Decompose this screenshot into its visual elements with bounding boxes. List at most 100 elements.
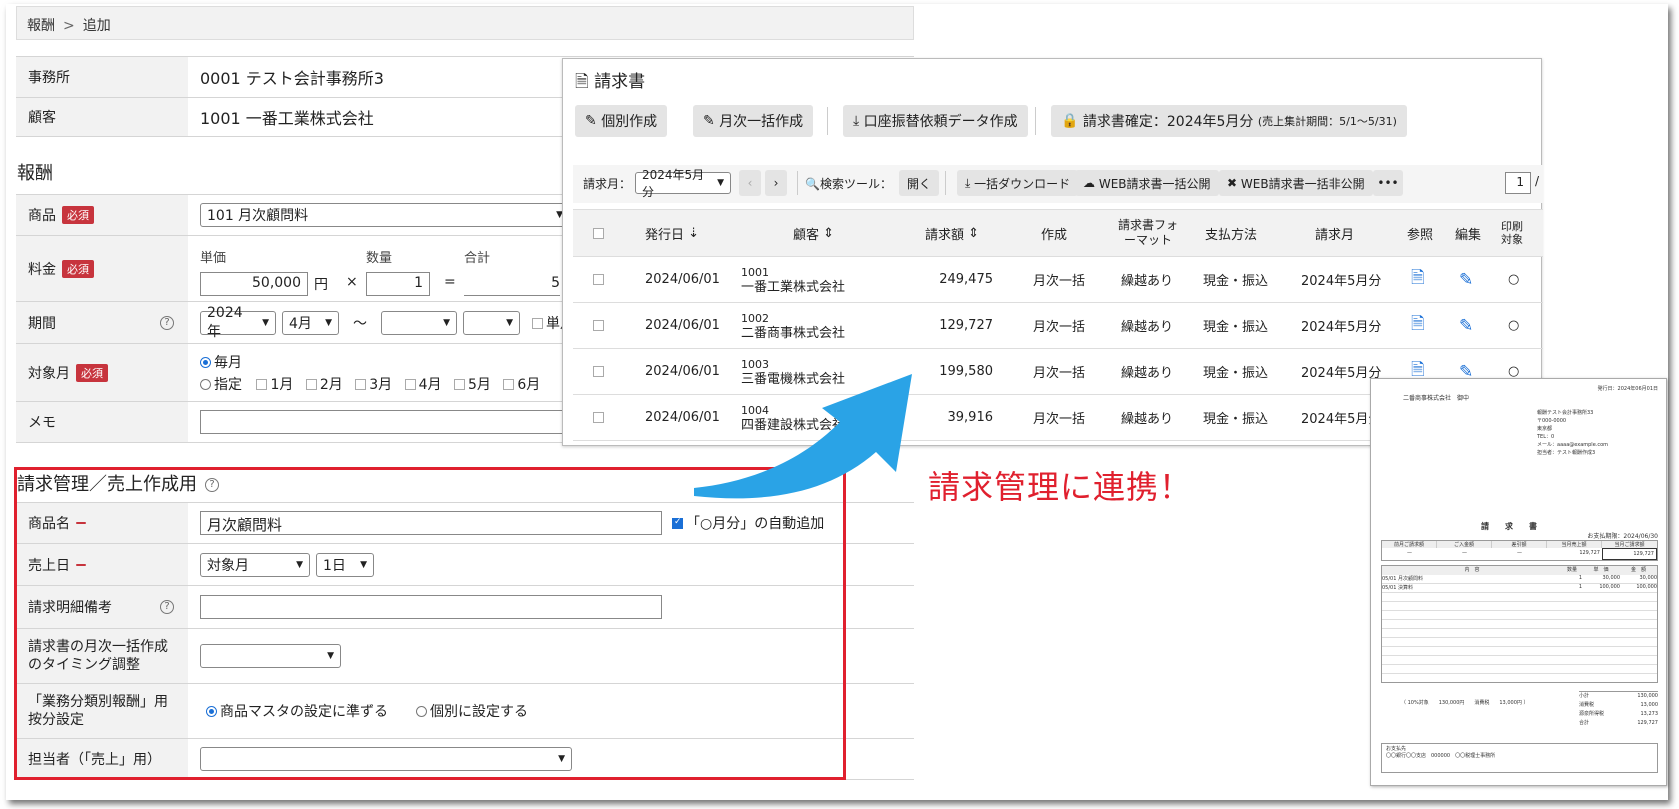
doc-total-value: 130,000 bbox=[1637, 693, 1658, 699]
month-check-2[interactable]: 2月 bbox=[305, 377, 343, 393]
monthly-create-button[interactable]: ✎ 月次一括作成 bbox=[693, 105, 814, 137]
web-publish-button[interactable]: ☁ WEB請求書一括公開 bbox=[1075, 170, 1219, 196]
doc-issue-date: 発行日：2024年06月01日 bbox=[1597, 386, 1658, 392]
row-checkbox[interactable] bbox=[593, 366, 604, 377]
period-end-year-select[interactable]: ▼ bbox=[381, 310, 457, 335]
web-unpublish-button[interactable]: ✖ WEB請求書一括非公開 bbox=[1219, 170, 1373, 196]
header-month: 請求月 bbox=[1315, 227, 1355, 243]
target-specify-option[interactable]: 指定 1月 2月 3月 4月 5月 6月 bbox=[200, 374, 540, 394]
row-pay: 現金・振込 bbox=[1203, 366, 1269, 381]
monthly-radio[interactable] bbox=[200, 357, 211, 368]
month-select[interactable]: 2024年5月分 ▼ bbox=[635, 168, 731, 199]
month-checkbox[interactable] bbox=[355, 379, 367, 390]
row-checkbox[interactable] bbox=[593, 274, 604, 285]
table-row[interactable]: 2024/06/01 1002 二番商事株式会社 129,727 月次一括 繰越あ… bbox=[573, 303, 1543, 349]
doc-item-qty: 1 bbox=[1578, 584, 1582, 590]
month-checkbox[interactable] bbox=[256, 379, 268, 390]
chevron-right-icon: > bbox=[63, 18, 75, 34]
month-label: 6月 bbox=[517, 376, 541, 393]
view-document-icon[interactable]: 🗎 bbox=[1411, 303, 1425, 348]
doc-sender-line: 東京都 bbox=[1537, 426, 1553, 432]
row-create: 月次一括 bbox=[1033, 274, 1086, 289]
row-pay: 現金・振込 bbox=[1203, 274, 1269, 289]
qty-input[interactable]: 1 bbox=[366, 272, 430, 296]
page-input[interactable]: 1 bbox=[1505, 172, 1531, 194]
row-checkbox[interactable] bbox=[593, 320, 604, 331]
month-checkbox[interactable] bbox=[503, 379, 515, 390]
row-format: 繰越あり bbox=[1121, 412, 1174, 427]
select-all-checkbox[interactable] bbox=[593, 227, 604, 239]
required-badge: 必須 bbox=[62, 259, 94, 278]
doc-items-table: 内 容 数量 単 価 金 額 05/01 月次顧問料 1 30,000 30,0… bbox=[1381, 565, 1658, 683]
table-row[interactable]: 2024/06/01 1001 一番工業株式会社 249,475 月次一括 繰越あ… bbox=[573, 257, 1543, 303]
header-client[interactable]: 顧客 ⇕ bbox=[793, 210, 834, 256]
header-edit: 編集 bbox=[1455, 227, 1482, 243]
edit-pencil-icon[interactable]: ✎ bbox=[1459, 257, 1473, 302]
period-end-month-select[interactable]: ▼ bbox=[463, 310, 520, 335]
header-client-label: 顧客 bbox=[793, 227, 820, 243]
open-search-button[interactable]: 開く bbox=[899, 170, 940, 196]
individual-create-button[interactable]: ✎ 個別作成 bbox=[575, 105, 668, 137]
more-button[interactable]: ••• bbox=[1373, 170, 1403, 196]
doc-summary-val: — bbox=[1407, 550, 1412, 556]
bulk-download-button[interactable]: ⤓ 一括ダウンロード bbox=[957, 170, 1079, 196]
breadcrumb-parent[interactable]: 報酬 bbox=[27, 18, 55, 34]
confirm-button[interactable]: 🔒 請求書確定：2024年5月分 (売上集計期間：5/1〜5/31) bbox=[1051, 105, 1407, 137]
transfer-data-button[interactable]: ⤓ 口座振替依頼データ作成 bbox=[843, 105, 1028, 137]
doc-item-price: 100,000 bbox=[1599, 584, 1620, 590]
row-checkbox-cell[interactable] bbox=[593, 349, 607, 394]
row-date: 2024/06/01 bbox=[645, 318, 720, 333]
confirm-label: 請求書確定：2024年5月分 bbox=[1082, 114, 1254, 130]
edit-pencil-icon[interactable]: ✎ bbox=[1459, 303, 1473, 348]
specify-radio[interactable] bbox=[200, 379, 211, 390]
month-check-3[interactable]: 3月 bbox=[355, 377, 392, 393]
print-target-icon[interactable]: ○ bbox=[1508, 303, 1519, 348]
header-date[interactable]: 発行日 ⇣ bbox=[645, 210, 699, 256]
row-client[interactable]: 1002 二番商事株式会社 bbox=[741, 303, 845, 348]
month-checkbox[interactable] bbox=[453, 379, 465, 390]
transfer-data-label: 口座振替依頼データ作成 bbox=[863, 114, 1018, 130]
header-create: 作成 bbox=[1041, 227, 1068, 243]
product-select[interactable]: 101 月次顧問料 ▼ bbox=[200, 203, 570, 227]
doc-item-qty: 1 bbox=[1578, 575, 1582, 581]
close-icon: ✖ bbox=[1227, 176, 1238, 190]
month-check-6[interactable]: 6月 bbox=[503, 377, 540, 393]
select-all-checkbox-cell[interactable] bbox=[593, 210, 607, 256]
month-checkbox[interactable] bbox=[404, 379, 416, 390]
web-publish-label: WEB請求書一括公開 bbox=[1098, 176, 1211, 191]
link-caption: 請求管理に連携！ bbox=[928, 468, 1193, 506]
doc-total-row: 小計 130,000 bbox=[1579, 692, 1658, 701]
chevron-down-icon: ▼ bbox=[443, 317, 450, 328]
doc-item-amount: 30,000 bbox=[1639, 575, 1658, 581]
month-checkbox[interactable] bbox=[305, 379, 317, 390]
required-badge: 必須 bbox=[76, 363, 108, 382]
period-year-select[interactable]: 2024年 ▼ bbox=[200, 305, 276, 340]
header-amount[interactable]: 請求額 ⇕ bbox=[925, 210, 979, 256]
sort-icon: ⇣ bbox=[688, 225, 700, 241]
pencil-icon: ✎ bbox=[585, 113, 597, 129]
print-target-icon[interactable]: ○ bbox=[1508, 257, 1519, 302]
row-month: 2024年5月分 bbox=[1301, 320, 1382, 335]
prev-month-button[interactable]: ‹ bbox=[739, 170, 761, 196]
row-checkbox-cell[interactable] bbox=[593, 303, 607, 348]
row-checkbox[interactable] bbox=[593, 412, 604, 423]
unit-price-input[interactable]: 50,000 bbox=[200, 272, 308, 296]
next-month-button[interactable]: › bbox=[765, 170, 787, 196]
period-month-select[interactable]: 4月 ▼ bbox=[282, 310, 339, 335]
doc-item-row: 05/01 月次顧問料 1 30,000 30,000 bbox=[1382, 575, 1657, 584]
month-check-1[interactable]: 1月 bbox=[256, 377, 293, 393]
row-client[interactable]: 1001 一番工業株式会社 bbox=[741, 257, 845, 302]
target-monthly-option[interactable]: 毎月 bbox=[200, 352, 242, 372]
row-checkbox-cell[interactable] bbox=[593, 257, 607, 302]
single-month-checkbox[interactable] bbox=[532, 318, 543, 329]
help-icon[interactable]: ? bbox=[160, 315, 174, 330]
sort-icon: ⇕ bbox=[823, 225, 835, 241]
lock-icon: 🔒 bbox=[1061, 113, 1079, 129]
row-checkbox-cell[interactable] bbox=[593, 395, 607, 440]
doc-summary-val: 129,727 bbox=[1579, 550, 1600, 556]
month-check-4[interactable]: 4月 bbox=[404, 377, 442, 393]
month-check-5[interactable]: 5月 bbox=[453, 377, 491, 393]
month-select-value: 2024年5月分 bbox=[642, 168, 705, 199]
view-document-icon[interactable]: 🗎 bbox=[1411, 257, 1425, 302]
chevron-down-icon: ▼ bbox=[262, 317, 269, 328]
